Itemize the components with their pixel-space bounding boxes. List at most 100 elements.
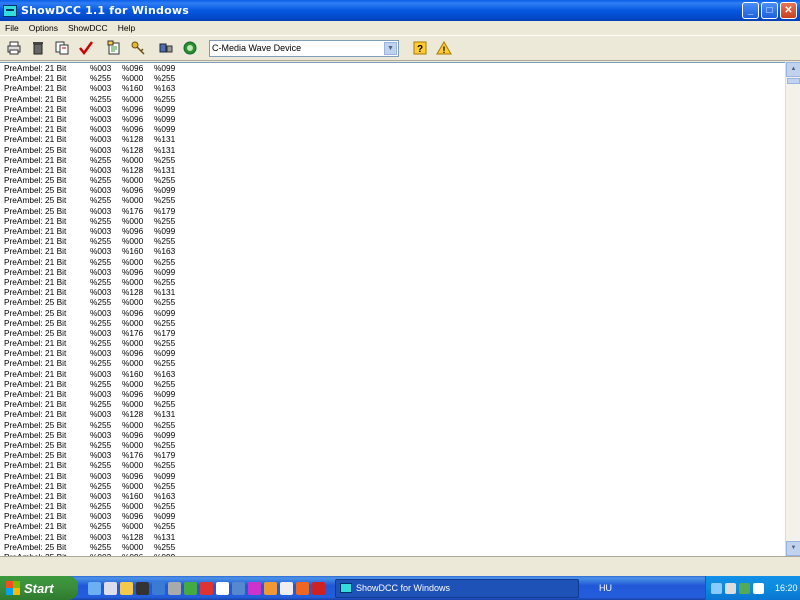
- stop-icon[interactable]: [312, 581, 325, 595]
- volume-icon[interactable]: [753, 582, 764, 594]
- log-cell: %255: [154, 460, 176, 471]
- vertical-scrollbar[interactable]: ▲ ▼: [785, 62, 800, 556]
- device-dropdown[interactable]: C-Media Wave Device ▼: [209, 39, 399, 57]
- folder-icon[interactable]: [120, 581, 133, 595]
- status-bar: [0, 556, 800, 576]
- window-icon[interactable]: [216, 581, 229, 595]
- log-cell: %000: [122, 175, 144, 186]
- log-cell: PreAmbel: 21 Bit: [4, 348, 67, 359]
- log-cell: %255: [154, 501, 176, 512]
- log-cell: %160: [122, 368, 144, 379]
- log-cell: PreAmbel: 21 Bit: [4, 511, 67, 522]
- clock-icon[interactable]: [280, 581, 293, 595]
- log-cell: %160: [122, 83, 144, 94]
- log-cell: PreAmbel: 25 Bit: [4, 541, 67, 552]
- log-cell: %255: [154, 215, 176, 226]
- log-cell: %003: [90, 511, 112, 522]
- chevron-down-icon[interactable]: ▼: [384, 41, 397, 55]
- log-cell: %255: [90, 215, 112, 226]
- log-cell: PreAmbel: 21 Bit: [4, 378, 67, 389]
- log-cell: PreAmbel: 21 Bit: [4, 287, 67, 298]
- warning-icon[interactable]: !: [433, 38, 454, 59]
- menu-showdcc[interactable]: ShowDCC: [63, 23, 113, 33]
- log-row: PreAmbel: 21 Bit %255 %000 %255: [0, 379, 800, 389]
- taskbar-button-showdcc[interactable]: ShowDCC for Windows: [335, 578, 579, 598]
- log-cell: %255: [90, 419, 112, 430]
- log-cell: PreAmbel: 25 Bit: [4, 185, 67, 196]
- log-area[interactable]: PreAmbel: 21 Bit %003 %096 %099 PreAmbel: 21…: [0, 62, 800, 556]
- trash-icon[interactable]: [27, 38, 48, 59]
- tray-icon-3[interactable]: [739, 582, 750, 594]
- key-icon[interactable]: [127, 38, 148, 59]
- log-cell: %000: [122, 73, 144, 84]
- paint-icon[interactable]: [248, 581, 261, 595]
- connect-icon[interactable]: [155, 38, 176, 59]
- log-cell: %099: [154, 113, 176, 124]
- ie-icon[interactable]: [88, 581, 101, 595]
- log-cell: PreAmbel: 21 Bit: [4, 338, 67, 349]
- menu-file[interactable]: File: [0, 23, 24, 33]
- log-cell: %099: [154, 266, 176, 277]
- document-icon[interactable]: [168, 581, 181, 595]
- log-cell: %255: [154, 419, 176, 430]
- log-cell: %000: [122, 338, 144, 349]
- log-cell: %163: [154, 368, 176, 379]
- tray-icon-1[interactable]: [711, 582, 722, 594]
- export-icon[interactable]: [103, 38, 124, 59]
- tray-icon-2[interactable]: [725, 582, 736, 594]
- player-icon[interactable]: [200, 581, 213, 595]
- log-cell: %255: [154, 439, 176, 450]
- log-cell: PreAmbel: 25 Bit: [4, 317, 67, 328]
- log-cell: %000: [122, 317, 144, 328]
- log-cell: %128: [122, 164, 144, 175]
- log-row: PreAmbel: 21 Bit %255 %000 %255: [0, 358, 800, 368]
- language-indicator[interactable]: HU: [599, 583, 612, 593]
- log-row: PreAmbel: 21 Bit %003 %096 %099: [0, 226, 800, 236]
- log-row: PreAmbel: 21 Bit %255 %000 %255: [0, 277, 800, 287]
- log-cell: %096: [122, 429, 144, 440]
- clock: 16:20: [775, 583, 798, 593]
- app-icon-quick[interactable]: [184, 581, 197, 595]
- log-row: PreAmbel: 25 Bit %003 %096 %099: [0, 308, 800, 318]
- record-icon[interactable]: [179, 38, 200, 59]
- log-row: PreAmbel: 25 Bit %003 %176 %179: [0, 328, 800, 338]
- close-button[interactable]: ✕: [780, 2, 797, 19]
- network-icon[interactable]: [232, 581, 245, 595]
- title-bar[interactable]: ShowDCC 1.1 for Windows _ □ ✕: [0, 0, 800, 21]
- log-cell: %003: [90, 226, 112, 236]
- scroll-up-icon[interactable]: ▲: [786, 62, 800, 77]
- minimize-button[interactable]: _: [742, 2, 759, 19]
- start-button[interactable]: Start: [0, 576, 78, 600]
- console-icon[interactable]: [136, 581, 149, 595]
- log-cell: %255: [154, 338, 176, 349]
- log-row: PreAmbel: 21 Bit %003 %128 %131: [0, 165, 800, 175]
- log-cell: %099: [154, 103, 176, 114]
- log-cell: PreAmbel: 21 Bit: [4, 164, 67, 175]
- menu-help[interactable]: Help: [113, 23, 140, 33]
- copy-icon[interactable]: [51, 38, 72, 59]
- scroll-down-icon[interactable]: ▼: [786, 541, 800, 556]
- log-cell: %131: [154, 409, 176, 420]
- log-cell: %255: [90, 521, 112, 532]
- maximize-button[interactable]: □: [761, 2, 778, 19]
- log-cell: PreAmbel: 21 Bit: [4, 399, 67, 410]
- notepad-icon[interactable]: [104, 581, 117, 595]
- log-cell: %255: [90, 93, 112, 104]
- log-cell: PreAmbel: 21 Bit: [4, 93, 67, 104]
- check-icon[interactable]: [75, 38, 96, 59]
- media-icon[interactable]: [152, 581, 165, 595]
- help-icon[interactable]: ?: [409, 38, 430, 59]
- log-cell: PreAmbel: 21 Bit: [4, 215, 67, 226]
- menu-options[interactable]: Options: [24, 23, 63, 33]
- print-icon[interactable]: [3, 38, 24, 59]
- log-cell: %003: [90, 348, 112, 359]
- log-cell: %000: [122, 541, 144, 552]
- firefox-icon[interactable]: [296, 581, 309, 595]
- log-cell: PreAmbel: 21 Bit: [4, 226, 67, 236]
- log-cell: %255: [154, 399, 176, 410]
- scroll-thumb[interactable]: [787, 78, 800, 84]
- log-cell: %000: [122, 501, 144, 512]
- log-cell: PreAmbel: 21 Bit: [4, 83, 67, 94]
- tool-icon[interactable]: [264, 581, 277, 595]
- log-cell: %255: [154, 93, 176, 104]
